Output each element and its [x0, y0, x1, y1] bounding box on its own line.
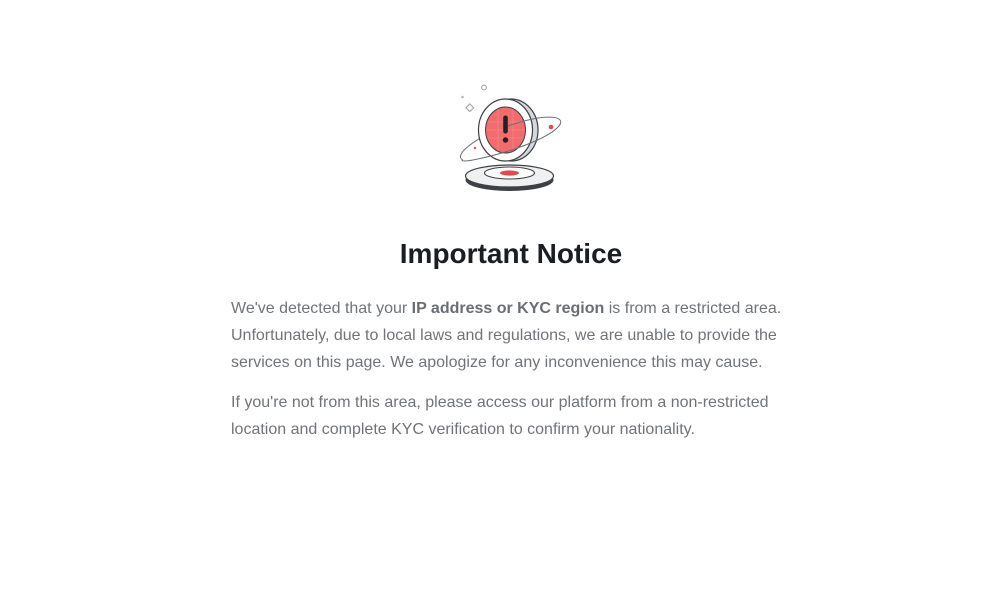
page-title: Important Notice: [399, 238, 623, 269]
restriction-message-intro: We've detected that your: [231, 300, 412, 317]
restricted-region-warning-icon: [453, 80, 568, 196]
access-instructions: If you're not from this area, please acc…: [231, 394, 769, 438]
notice-body: We've detected that your IP address or K…: [231, 295, 791, 443]
restriction-reason-highlight: IP address or KYC region: [411, 300, 605, 317]
restricted-notice: Important Notice We've detected that you…: [0, 0, 989, 600]
restriction-message: We've detected that your IP address or K…: [231, 295, 791, 376]
